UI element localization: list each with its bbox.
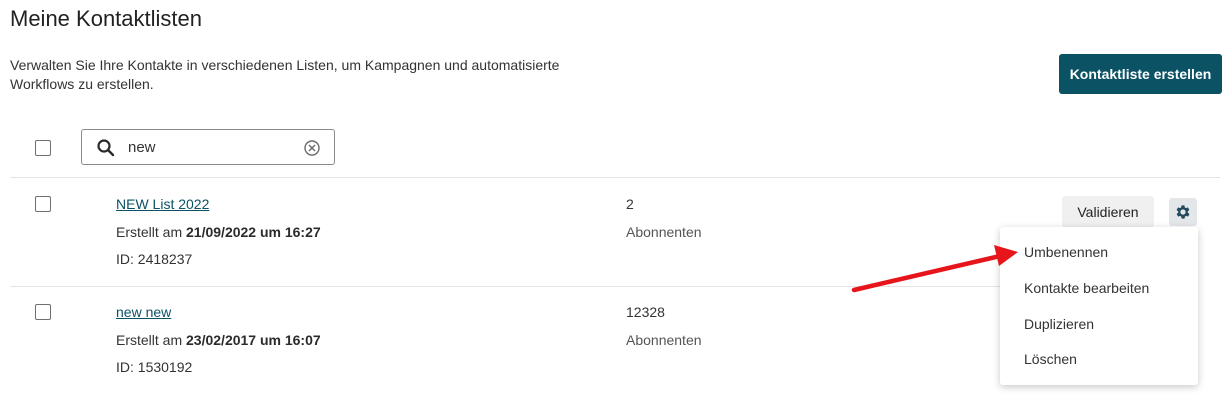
subscriber-count: 2	[626, 196, 634, 212]
validate-button[interactable]: Validieren	[1062, 196, 1154, 228]
search-icon	[97, 139, 115, 157]
settings-button[interactable]	[1169, 198, 1197, 226]
menu-item-rename[interactable]: Umbenennen	[1024, 244, 1108, 260]
menu-item-edit-contacts[interactable]: Kontakte bearbeiten	[1024, 280, 1149, 296]
list-name-link[interactable]: new new	[116, 304, 171, 320]
row-checkbox[interactable]	[35, 304, 51, 320]
menu-item-duplicate[interactable]: Duplizieren	[1024, 316, 1094, 332]
gear-icon	[1176, 205, 1190, 219]
subscriber-label: Abonnenten	[626, 332, 702, 348]
subscriber-label: Abonnenten	[626, 224, 702, 240]
clear-circle-icon[interactable]	[303, 139, 321, 157]
create-contact-list-button[interactable]: Kontaktliste erstellen	[1059, 54, 1222, 94]
select-all-checkbox[interactable]	[35, 140, 51, 156]
subscriber-count: 12328	[626, 304, 665, 320]
list-id: ID: 2418237	[116, 251, 193, 267]
search-box	[81, 129, 335, 165]
page-description: Verwalten Sie Ihre Kontakte in verschied…	[10, 57, 560, 92]
page-title: Meine Kontaktlisten	[10, 6, 202, 31]
list-name-link[interactable]: NEW List 2022	[116, 196, 209, 212]
menu-item-delete[interactable]: Löschen	[1024, 351, 1077, 367]
list-created-date: Erstellt am 21/09/2022 um 16:27	[116, 224, 321, 240]
contact-lists-page: Meine Kontaktlisten Verwalten Sie Ihre K…	[0, 0, 1229, 402]
list-id: ID: 1530192	[116, 359, 193, 375]
row-divider	[10, 286, 1000, 287]
search-input[interactable]	[128, 137, 288, 157]
list-created-date: Erstellt am 23/02/2017 um 16:07	[116, 332, 321, 348]
row-checkbox[interactable]	[35, 196, 51, 212]
list-actions-menu: Umbenennen Kontakte bearbeiten Duplizier…	[1000, 227, 1198, 385]
row-divider	[10, 177, 1220, 178]
